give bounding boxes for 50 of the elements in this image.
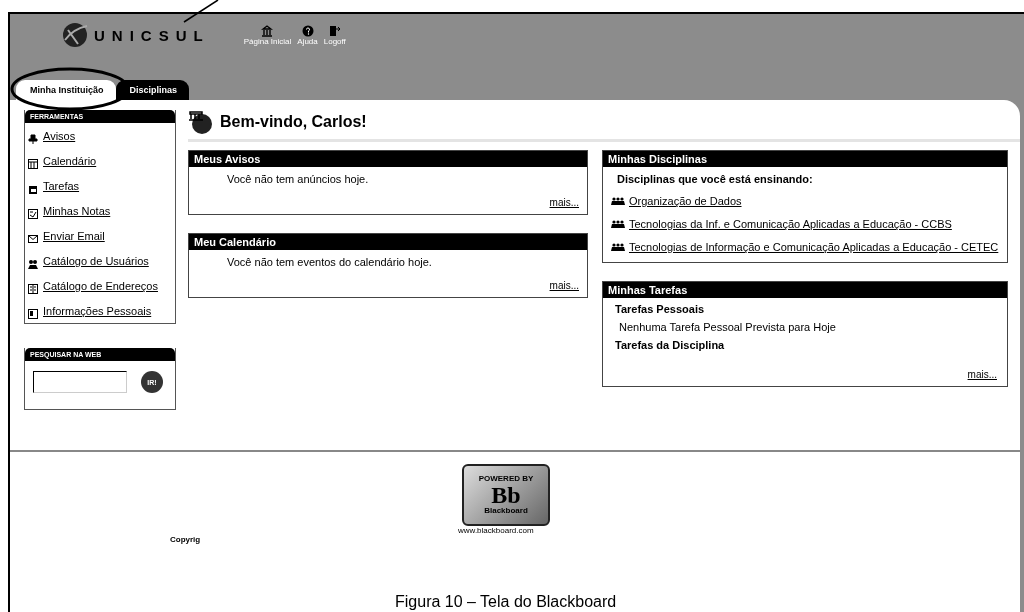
module-title: Minhas Disciplinas [603, 151, 1007, 167]
search-field[interactable] [33, 371, 127, 393]
people-icon [611, 197, 625, 205]
url-text: www.blackboard.com [458, 526, 534, 535]
tool-link[interactable]: Tarefas [43, 178, 80, 194]
tool-link[interactable]: Avisos [43, 128, 76, 144]
globe-logo-icon [60, 22, 90, 48]
section-heading: Tarefas da Disciplina [615, 339, 726, 351]
clipboard-icon [28, 184, 38, 194]
logo-text: UNICSUL [94, 26, 210, 44]
tab[interactable]: Disciplinas [115, 80, 190, 100]
badge-mark: Bb [491, 483, 521, 507]
badge-text: POWERED BY [478, 475, 534, 483]
module-text: Você não tem eventos do calendário hoje. [226, 256, 433, 268]
building-icon [261, 24, 274, 37]
tool-link[interactable]: Enviar Email [43, 228, 105, 244]
people-icon [611, 220, 625, 228]
tool-link[interactable]: Catálogo de Endereços [43, 278, 158, 294]
tool-link[interactable]: Minhas Notas [43, 203, 111, 219]
more-link[interactable]: mais... [549, 280, 579, 291]
mail-icon [28, 234, 38, 244]
figure-caption: Figura 10 – Tela do Blackboard [395, 593, 617, 611]
module-title: Meus Avisos [189, 151, 587, 167]
section-heading: Tarefas Pessoais [615, 303, 706, 315]
module-title: Meu Calendário [189, 234, 587, 250]
module-subheading: Disciplinas que você está ensinando: [616, 172, 814, 187]
more-link[interactable]: mais... [549, 197, 579, 208]
course-link[interactable]: Organização de Dados [629, 195, 742, 207]
module-text: Você não tem anúncios hoje. [226, 173, 370, 185]
badge-text: Blackboard [484, 507, 528, 515]
tool-link[interactable]: Informações Pessoais [43, 303, 152, 319]
course-link[interactable]: Tecnologias da Inf. e Comunicação Aplicadas a Educação - CCBS [629, 218, 952, 230]
users-icon [28, 259, 38, 269]
module-title: Minhas Tarefas [603, 282, 1007, 298]
pin-icon [28, 134, 38, 144]
people-icon [611, 243, 625, 251]
section-text: Nenhuma Tarefa Pessoal Prevista para Hoje [618, 321, 837, 333]
copyright-text: Copyrig [170, 535, 201, 544]
help-icon [301, 24, 314, 37]
card-icon [28, 309, 38, 319]
tab[interactable]: Minha Instituição [16, 80, 116, 100]
more-link[interactable]: mais... [967, 369, 997, 380]
tool-link[interactable]: Catálogo de Usuários [43, 253, 149, 269]
notes-icon [28, 209, 38, 219]
calendar-icon [28, 159, 38, 169]
welcome-heading: Bem-vindo, Carlos! [220, 113, 367, 131]
door-icon [328, 24, 341, 37]
tool-link[interactable]: Calendário [43, 153, 97, 169]
course-link[interactable]: Tecnologias de Informação e Comunicação Aplicadas a Educação - CETEC [629, 241, 999, 253]
book-icon [28, 284, 38, 294]
